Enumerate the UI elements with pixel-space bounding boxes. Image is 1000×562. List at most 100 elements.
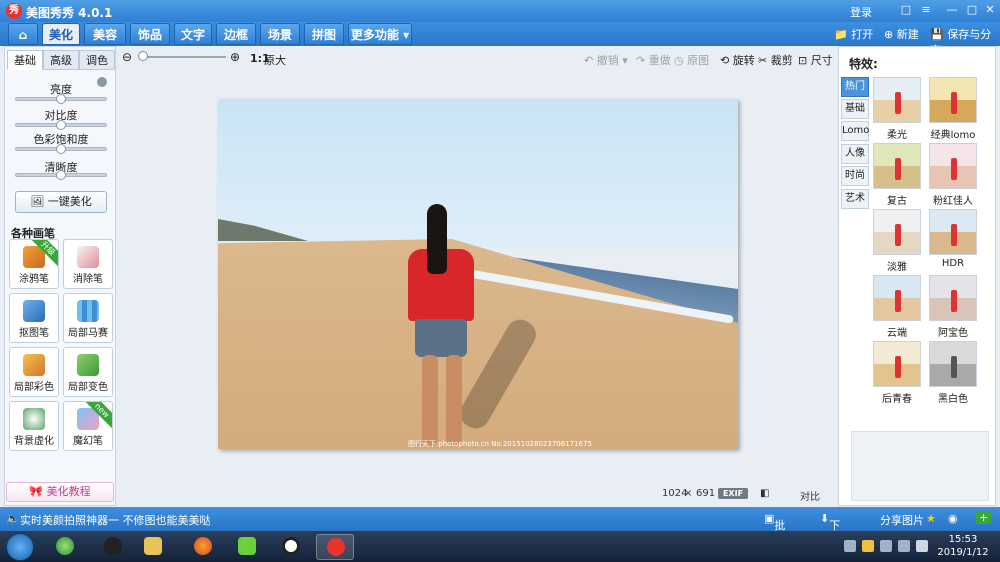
effect-hdr[interactable]: HDR (929, 209, 977, 271)
start-button[interactable] (6, 533, 34, 561)
menu-icon[interactable]: ≡ (918, 3, 934, 17)
share-button[interactable]: 分享图片 (880, 512, 924, 528)
new-button[interactable]: ⊕ 新建 (884, 26, 919, 42)
one-click-beautify-button[interactable]: 🖼 一键美化 (15, 191, 107, 213)
effect-soft-light[interactable]: 柔光 (873, 77, 921, 141)
explorer-app-button[interactable] (134, 534, 172, 560)
new-label: 新建 (896, 28, 919, 41)
crop-button[interactable]: ✂ 裁剪 (758, 52, 793, 68)
tutorial-button[interactable]: 🎀 美化教程 (6, 482, 114, 502)
category-hot[interactable]: 热门 (841, 77, 869, 97)
effect-vintage[interactable]: 复古 (873, 143, 921, 207)
crop-label: 裁剪 (770, 54, 793, 67)
close-button[interactable]: ✕ (982, 3, 998, 17)
tab-beautify[interactable]: 美化 (42, 23, 80, 45)
effect-cloud[interactable]: 云端 (873, 275, 921, 339)
effect-black-white[interactable]: 黑白色 (929, 341, 977, 405)
qq-app-button[interactable] (94, 534, 132, 560)
zoom-in-icon[interactable]: ⊕ (230, 50, 240, 64)
effect-youth[interactable]: 后青春 (873, 341, 921, 405)
compare-icon[interactable]: ◧ (760, 488, 769, 499)
exif-button[interactable]: EXIF (718, 488, 748, 499)
network-tray-icon[interactable] (880, 540, 892, 552)
play-icon (238, 537, 256, 555)
category-fashion[interactable]: 时尚 (841, 166, 869, 186)
doodle-brush-button[interactable]: 涂鸦笔 升级 (9, 239, 59, 289)
effect-pink-lady[interactable]: 粉红佳人 (929, 143, 977, 207)
promo-tip[interactable]: 实时美颜拍照神器一 不修图也能美美哒 (20, 512, 211, 528)
recorder-app-button[interactable] (272, 534, 310, 560)
star-icon[interactable]: ★ (926, 512, 936, 525)
original-size-button[interactable]: 原大 (264, 52, 286, 68)
subtab-color[interactable]: 调色 (79, 50, 115, 70)
photo-canvas[interactable]: 图行天下 photophoto.cn No.201510280237061716… (218, 99, 738, 449)
refresh-app-button[interactable] (46, 534, 84, 560)
volume-tray-icon[interactable] (898, 540, 910, 552)
recolor-brush-button[interactable]: 局部变色笔 (63, 347, 113, 397)
contrast-knob[interactable] (56, 120, 66, 130)
tab-more[interactable]: 更多功能 ▾ (348, 23, 412, 45)
effect-classic-lomo[interactable]: 经典lomo (929, 77, 977, 141)
category-portrait[interactable]: 人像 (841, 144, 869, 164)
cutout-brush-button[interactable]: 抠图笔 (9, 293, 59, 343)
subtab-basic[interactable]: 基础 (7, 50, 43, 70)
tab-collage[interactable]: 拼图 (304, 23, 344, 45)
batch-button[interactable]: ▣ 批处理 (764, 512, 785, 562)
login-link[interactable]: 登录 (850, 4, 872, 20)
category-lomo[interactable]: Lomo (841, 121, 869, 141)
reset-original-button[interactable]: ◷ 原图 (674, 52, 709, 68)
adjust-panel: 基础 高级 调色 亮度 对比度 色彩饱和度 清晰度 🖼 一键美化 各种画笔 涂鸦… (4, 46, 116, 506)
rotate-button[interactable]: ⟲ 旋转 (720, 52, 755, 68)
zoom-slider[interactable] (140, 56, 226, 58)
color-brush-icon (23, 354, 45, 376)
zoom-out-icon[interactable]: ⊖ (122, 50, 132, 64)
compare-button[interactable]: 对比 (800, 488, 820, 503)
qq-penguin-icon (104, 537, 122, 555)
tutorial-label: 美化教程 (46, 485, 91, 498)
subtab-advanced[interactable]: 高级 (43, 50, 79, 70)
resize-button[interactable]: ⊡ 尺寸 (798, 52, 833, 68)
download-button[interactable]: ⬇ 下载管理 (820, 512, 840, 562)
tab-scene[interactable]: 场景 (260, 23, 300, 45)
mosaic-brush-button[interactable]: 局部马赛克 (63, 293, 113, 343)
effect-name: 阿宝色 (938, 328, 968, 339)
sharpness-knob[interactable] (56, 170, 66, 180)
clock-date: 2019/1/12 (937, 547, 989, 558)
keyboard-tray-icon[interactable] (844, 540, 856, 552)
canvas-toolbar: ⊖ ⊕ 1:1 原大 ↶ 撤销 ▾ ↷ 重做 ◷ 原图 ⟲ 旋转 ✂ 裁剪 ⊡ … (118, 46, 836, 70)
tab-text[interactable]: 文字 (174, 23, 212, 45)
maximize-button[interactable]: □ (964, 3, 980, 17)
tab-accessories[interactable]: 饰品 (130, 23, 170, 45)
brightness-knob[interactable] (56, 94, 66, 104)
undo-button[interactable]: ↶ 撤销 ▾ (584, 52, 628, 68)
tab-border[interactable]: 边框 (216, 23, 256, 45)
effect-name: 粉红佳人 (933, 196, 973, 207)
partial-color-brush-button[interactable]: 局部彩色笔 (9, 347, 59, 397)
effect-abao-color[interactable]: 阿宝色 (929, 275, 977, 339)
zoom-knob[interactable] (138, 51, 148, 61)
video-app-button[interactable] (228, 534, 266, 560)
saturation-knob[interactable] (56, 144, 66, 154)
category-art[interactable]: 艺术 (841, 189, 869, 209)
minimize-button[interactable]: — (944, 3, 960, 17)
ime-tray-icon[interactable] (916, 540, 928, 552)
add-icon[interactable]: + (976, 511, 992, 524)
category-basic[interactable]: 基础 (841, 99, 869, 119)
open-label: 打开 (851, 28, 874, 41)
meitu-app-button[interactable] (316, 534, 354, 560)
redo-button[interactable]: ↷ 重做 (636, 52, 671, 68)
effect-elegant[interactable]: 淡雅 (873, 209, 921, 273)
magic-brush-button[interactable]: 魔幻笔 new (63, 401, 113, 451)
firefox-app-button[interactable] (184, 534, 222, 560)
system-clock[interactable]: 15:53 2019/1/12 (936, 533, 990, 559)
tab-home[interactable]: ⌂ (8, 23, 38, 45)
tab-beauty[interactable]: 美容 (84, 23, 126, 45)
eraser-brush-button[interactable]: 消除笔 (63, 239, 113, 289)
redo-label: 重做 (648, 54, 671, 67)
feedback-icon[interactable]: □ (898, 3, 914, 17)
eraser-icon (77, 246, 99, 268)
weibo-icon[interactable]: ◉ (948, 512, 958, 525)
background-blur-button[interactable]: 背景虚化 (9, 401, 59, 451)
notification-tray-icon[interactable] (862, 540, 874, 552)
open-button[interactable]: 📁 打开 (834, 26, 873, 42)
